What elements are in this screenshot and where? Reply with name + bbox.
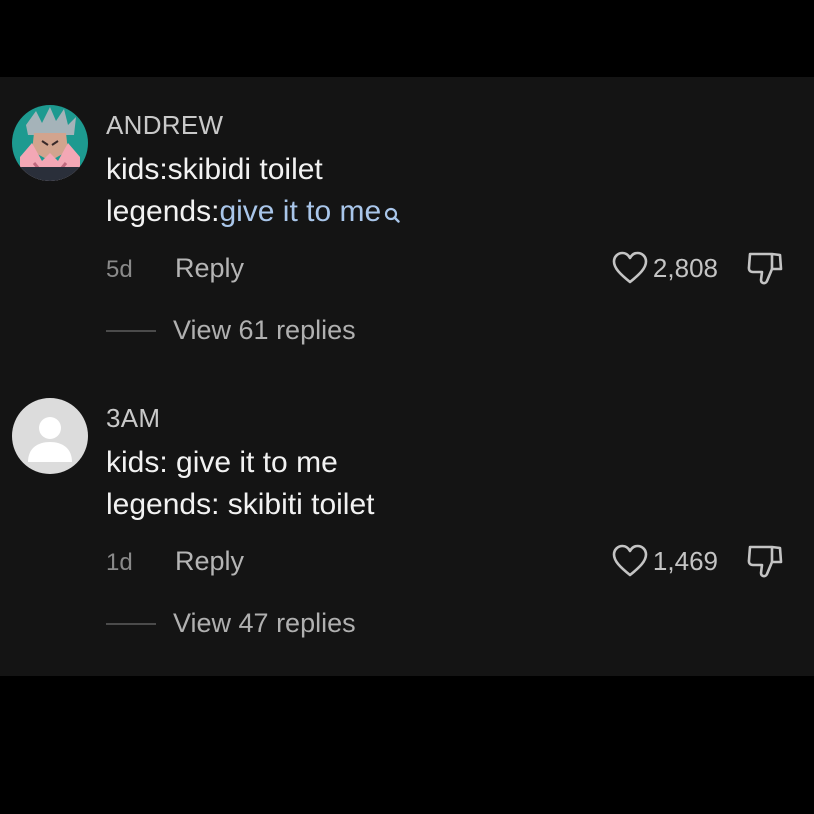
comment-text: kids:skibidi toilet xyxy=(106,153,323,186)
anime-avatar-icon xyxy=(12,105,88,181)
user-avatar[interactable] xyxy=(12,105,88,181)
default-user-avatar-icon xyxy=(12,398,88,474)
comment-text-line: kids: give it to me xyxy=(106,446,338,480)
reply-button[interactable]: Reply xyxy=(175,546,244,577)
like-count: 1,469 xyxy=(652,545,718,576)
heart-icon xyxy=(612,544,648,577)
comment-text-line: kids:skibidi toilet xyxy=(106,153,323,187)
comment-text: kids: give it to me xyxy=(106,446,338,479)
comment-text: legends: skibiti toilet xyxy=(106,488,375,521)
search-icon[interactable] xyxy=(384,197,400,231)
comment-text-line: legends: skibiti toilet xyxy=(106,488,374,522)
thumbs-down-icon xyxy=(747,252,783,285)
search-suggestion-link[interactable]: give it to me xyxy=(219,195,381,228)
reply-button[interactable]: Reply xyxy=(175,253,244,284)
like-button[interactable]: 1,469 xyxy=(612,544,718,578)
comment-timestamp: 5d xyxy=(106,256,133,283)
heart-icon xyxy=(612,251,648,284)
comment-text-line: legends:give it to me xyxy=(106,195,400,231)
view-replies-button[interactable]: View 47 replies xyxy=(173,608,356,639)
replies-divider xyxy=(106,330,156,332)
comment-timestamp: 1d xyxy=(106,549,133,576)
view-replies-button[interactable]: View 61 replies xyxy=(173,315,356,346)
comment-text: legends: xyxy=(106,195,220,228)
replies-divider xyxy=(106,623,156,625)
thumbs-down-icon xyxy=(747,545,783,578)
like-button[interactable]: 2,808 xyxy=(612,251,718,285)
like-count: 2,808 xyxy=(652,252,718,283)
dislike-button[interactable] xyxy=(746,251,784,287)
comment-username[interactable]: 3AM xyxy=(106,403,160,434)
dislike-button[interactable] xyxy=(746,544,784,580)
comments-panel: ANDREW kids:skibidi toilet legends:give … xyxy=(0,77,814,676)
user-avatar[interactable] xyxy=(12,398,88,474)
comment-username[interactable]: ANDREW xyxy=(106,110,223,141)
